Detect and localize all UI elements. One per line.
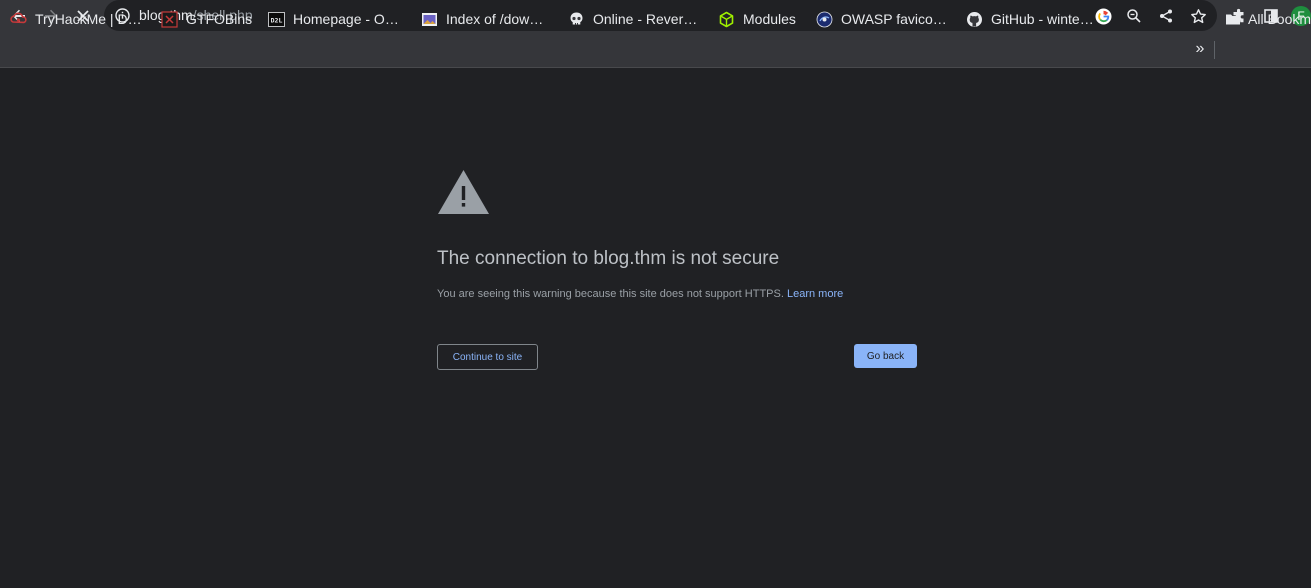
bookmark-label: OWASP favico… xyxy=(841,10,947,27)
github-icon xyxy=(966,11,983,28)
explanation-text: You are seeing this warning because this… xyxy=(437,288,784,300)
skull-icon xyxy=(568,11,585,28)
bookmark-label: GTFOBins xyxy=(186,10,253,27)
all-bookmarks-button[interactable]: All Bookm xyxy=(1224,9,1311,29)
bookmark-tryhackme[interactable]: TryHackMe | D… xyxy=(10,9,142,29)
bookmark-index-of[interactable]: Index of /dow… xyxy=(421,9,543,29)
gtfobins-icon xyxy=(161,10,178,28)
share-button[interactable] xyxy=(1155,5,1177,27)
continue-to-site-button[interactable]: Continue to site xyxy=(437,344,538,370)
learn-more-link[interactable]: Learn more xyxy=(787,288,843,300)
bookmark-gtfobins[interactable]: GTFOBins xyxy=(161,9,252,29)
page-title: The connection to blog.thm is not secure xyxy=(437,248,780,269)
go-back-button[interactable]: Go back xyxy=(854,344,917,368)
more-bookmarks-button[interactable]: » xyxy=(1191,39,1209,59)
star-icon xyxy=(1190,8,1206,23)
svg-text:D2L: D2L xyxy=(271,16,283,24)
bookmark-star-button[interactable] xyxy=(1187,5,1209,27)
tryhackme-icon xyxy=(10,11,27,28)
bookmarks-bar xyxy=(0,31,1311,68)
warning-icon xyxy=(437,169,490,220)
cube-icon xyxy=(718,11,735,28)
bookmark-label: GitHub - winte… xyxy=(991,10,1094,27)
zoom-button[interactable] xyxy=(1123,5,1145,27)
bookmark-label: Homepage - O… xyxy=(293,10,399,27)
bookmark-homepage[interactable]: D2L Homepage - O… xyxy=(268,9,399,29)
bookmark-github[interactable]: GitHub - winte… xyxy=(966,9,1094,29)
bookmark-modules[interactable]: Modules xyxy=(718,9,796,29)
share-icon xyxy=(1160,9,1172,23)
zoom-icon xyxy=(1127,9,1141,23)
folder-image-icon xyxy=(421,11,438,28)
bookmark-owasp[interactable]: OWASP favico… xyxy=(816,9,947,29)
bookmarks-divider xyxy=(1214,41,1215,59)
warning-explanation: You are seeing this warning because this… xyxy=(437,287,843,301)
bookmark-label: Index of /dow… xyxy=(446,10,544,27)
bookmark-label: Online - Rever… xyxy=(593,10,698,27)
bookmark-label: Modules xyxy=(743,10,796,27)
owasp-icon xyxy=(816,11,833,28)
google-icon xyxy=(1095,8,1111,24)
bookmark-online-reverse[interactable]: Online - Rever… xyxy=(568,9,697,29)
d2l-icon: D2L xyxy=(268,11,285,28)
folder-icon xyxy=(1224,11,1241,28)
bookmark-label: TryHackMe | D… xyxy=(35,10,142,27)
all-bookmarks-label: All Bookm xyxy=(1248,10,1311,27)
google-lens-button[interactable] xyxy=(1092,5,1114,27)
